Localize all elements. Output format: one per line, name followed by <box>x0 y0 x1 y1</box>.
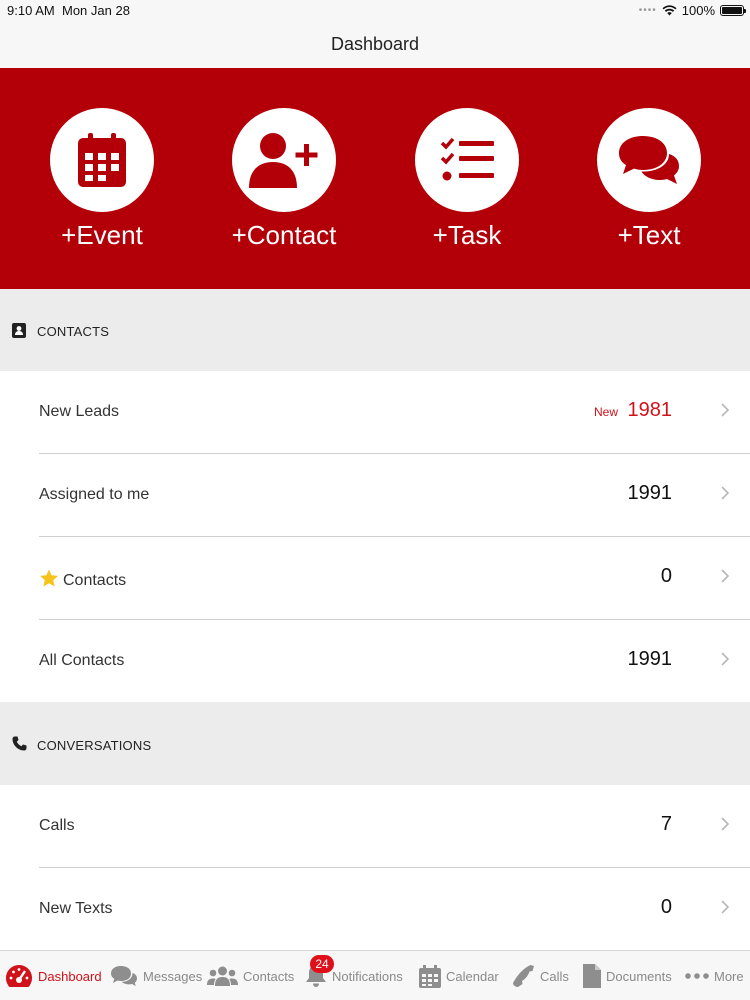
row-label: Calls <box>39 817 75 834</box>
add-contact-button[interactable]: +Contact <box>219 108 349 252</box>
document-icon <box>583 964 601 988</box>
new-badge: New <box>593 405 618 419</box>
phone-icon <box>12 736 27 751</box>
chevron-right-icon <box>721 403 730 417</box>
row-count: 0 <box>660 565 672 587</box>
more-dots-icon <box>685 973 709 979</box>
all-contacts-row[interactable]: All Contacts 1991 <box>0 620 750 703</box>
status-bar: 9:10 AM Mon Jan 28 •••• 100% <box>0 0 750 22</box>
row-count: 0 <box>660 896 672 918</box>
tab-label: Contacts <box>243 968 295 984</box>
add-contact-circle[interactable] <box>232 108 336 212</box>
row-count: 1991 <box>627 482 673 504</box>
row-count: 7 <box>660 813 672 835</box>
calendar-icon <box>78 133 126 187</box>
tab-calendar[interactable]: Calendar <box>419 951 499 1000</box>
page-title: Dashboard <box>330 34 420 54</box>
row-label: New Texts <box>39 900 113 917</box>
status-time: 9:10 AM <box>7 3 55 18</box>
new-texts-row[interactable]: New Texts 0 <box>0 868 750 951</box>
battery-icon <box>720 5 746 16</box>
conversations-section-title: CONVERSATIONS <box>37 738 152 753</box>
tab-label: Calls <box>540 968 569 984</box>
notifications-count-badge: 24 <box>310 955 334 973</box>
status-date: Mon Jan 28 <box>62 3 130 18</box>
add-contact-icon <box>249 133 318 188</box>
row-label: Contacts <box>63 572 127 589</box>
task-list-icon <box>440 137 494 181</box>
add-text-label: +Text <box>617 220 681 250</box>
row-label: New Leads <box>39 403 120 420</box>
row-label: All Contacts <box>39 652 125 669</box>
tab-label: More <box>714 968 744 984</box>
chevron-right-icon <box>721 486 730 500</box>
new-leads-row[interactable]: New Leads New 1981 <box>0 371 750 454</box>
quick-actions-banner: +Event +Contact +Task +Text <box>0 68 750 289</box>
add-contact-label: +Contact <box>231 220 337 250</box>
people-icon <box>207 966 238 986</box>
tab-contacts[interactable]: Contacts <box>207 951 294 1000</box>
row-count: 1981 <box>627 399 673 421</box>
tab-bar: Dashboard Messages Contacts Notification… <box>0 950 750 1000</box>
contacts-section-header: CONTACTS <box>0 289 750 371</box>
add-event-label: +Event <box>61 220 143 250</box>
signal-dots-icon: •••• <box>638 5 657 16</box>
star-icon <box>40 569 58 587</box>
navigation-bar: Dashboard <box>0 22 750 68</box>
tab-label: Documents <box>606 968 672 984</box>
messages-icon <box>111 966 137 986</box>
tab-label: Calendar <box>446 968 499 984</box>
phone-icon <box>513 965 534 987</box>
chevron-right-icon <box>721 817 730 831</box>
contacts-section-title: CONTACTS <box>37 324 110 339</box>
tab-dashboard[interactable]: Dashboard <box>5 951 102 1000</box>
add-text-circle[interactable] <box>597 108 701 212</box>
tab-messages[interactable]: Messages <box>110 951 202 1000</box>
add-task-button[interactable]: +Task <box>402 108 532 252</box>
battery-percent: 100% <box>681 3 715 18</box>
chat-bubbles-icon <box>619 136 679 184</box>
status-right: •••• 100% <box>638 3 746 18</box>
row-count: 1991 <box>627 648 673 670</box>
tab-label: Dashboard <box>38 968 102 984</box>
add-task-circle[interactable] <box>415 108 519 212</box>
tab-more[interactable]: More <box>685 951 744 1000</box>
row-label-wrap: Contacts <box>39 569 126 590</box>
add-event-button[interactable]: +Event <box>37 108 167 252</box>
calendar-icon <box>419 964 441 988</box>
chevron-right-icon <box>721 900 730 914</box>
tab-calls[interactable]: Calls <box>511 951 569 1000</box>
starred-contacts-row[interactable]: Contacts 0 <box>0 537 750 620</box>
row-label: Assigned to me <box>39 486 150 503</box>
add-text-button[interactable]: +Text <box>584 108 714 252</box>
chevron-right-icon <box>721 652 730 666</box>
wifi-icon <box>662 5 677 16</box>
add-event-circle[interactable] <box>50 108 154 212</box>
conversations-section-header: CONVERSATIONS <box>0 702 750 785</box>
tab-documents[interactable]: Documents <box>583 951 672 1000</box>
tab-label: Notifications <box>332 968 403 984</box>
tab-label: Messages <box>143 968 203 984</box>
speedometer-icon <box>6 965 32 987</box>
add-task-label: +Task <box>432 220 502 250</box>
address-book-icon <box>12 323 26 338</box>
assigned-to-me-row[interactable]: Assigned to me 1991 <box>0 454 750 537</box>
chevron-right-icon <box>721 569 730 583</box>
calls-row[interactable]: Calls 7 <box>0 785 750 868</box>
